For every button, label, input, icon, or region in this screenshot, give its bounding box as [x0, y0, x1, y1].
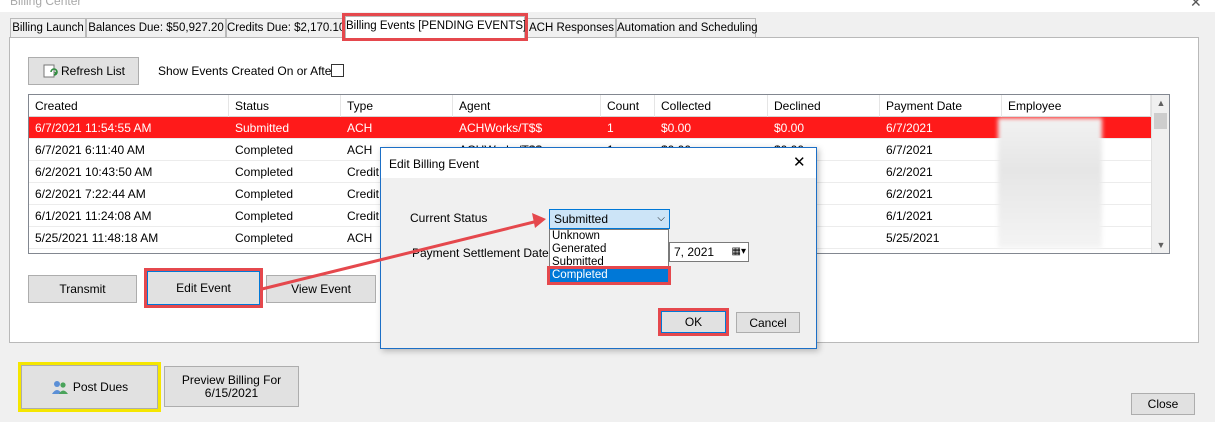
- cell-type: ACH: [347, 121, 373, 135]
- cell-status: Completed: [235, 143, 294, 157]
- col-count[interactable]: Count: [601, 95, 655, 117]
- col-type[interactable]: Type: [341, 95, 453, 117]
- view-event-button[interactable]: View Event: [266, 275, 376, 303]
- current-status-select[interactable]: Submitted ⌵: [549, 209, 670, 229]
- current-status-value: Submitted: [554, 212, 609, 226]
- cell-agent: ACHWorks/T$$: [459, 121, 543, 135]
- calendar-icon[interactable]: ▦▾: [732, 243, 746, 261]
- edit-billing-event-dialog: Edit Billing Event ✕ Current Status Subm…: [380, 147, 817, 349]
- table-row[interactable]: 6/7/2021 11:54:55 AM Submitted ACH ACHWo…: [29, 117, 1151, 139]
- redacted-employee-column: [998, 118, 1102, 248]
- users-icon: [51, 381, 68, 394]
- col-declined[interactable]: Declined: [768, 95, 880, 117]
- cell-payment-date: 5/25/2021: [886, 231, 940, 245]
- status-option[interactable]: Generated: [550, 243, 668, 256]
- dialog-title: Edit Billing Event: [389, 157, 480, 171]
- grid-vertical-scrollbar[interactable]: ▲ ▼: [1151, 95, 1169, 253]
- cell-created: 6/2/2021 10:43:50 AM: [35, 165, 153, 179]
- transmit-button[interactable]: Transmit: [28, 275, 137, 303]
- cell-status: Submitted: [235, 121, 290, 135]
- show-events-checkbox[interactable]: [331, 64, 344, 77]
- scroll-thumb[interactable]: [1154, 113, 1167, 129]
- cell-collected: $0.00: [661, 121, 692, 135]
- cell-status: Completed: [235, 165, 294, 179]
- tab-automation-scheduling[interactable]: Automation and Scheduling: [616, 18, 758, 38]
- cell-created: 5/25/2021 11:48:18 AM: [35, 231, 159, 245]
- col-employee[interactable]: Employee: [1002, 95, 1151, 117]
- chevron-down-icon: ⌵: [657, 213, 665, 224]
- refresh-list-label: Refresh List: [60, 64, 126, 78]
- cell-declined: $0.00: [774, 121, 805, 135]
- dialog-close-icon[interactable]: ✕: [793, 153, 806, 171]
- scroll-down-icon[interactable]: ▼: [1152, 237, 1169, 253]
- cancel-button[interactable]: Cancel: [736, 312, 800, 333]
- cell-payment-date: 6/7/2021: [886, 121, 933, 135]
- post-dues-button[interactable]: Post Dues: [18, 362, 161, 412]
- cell-status: Completed: [235, 187, 294, 201]
- cell-status: Completed: [235, 231, 294, 245]
- status-option-completed[interactable]: Completed: [547, 266, 671, 285]
- cell-payment-date: 6/7/2021: [886, 143, 933, 157]
- cell-created: 6/1/2021 11:24:08 AM: [35, 209, 152, 223]
- settlement-date-label: Payment Settlement Date: [412, 246, 549, 260]
- preview-billing-date: 6/15/2021: [204, 385, 259, 400]
- col-agent[interactable]: Agent: [453, 95, 601, 117]
- settlement-date-picker[interactable]: 7, 2021 ▦▾: [669, 242, 749, 262]
- preview-billing-button[interactable]: Preview Billing For 6/15/2021: [164, 366, 299, 407]
- dialog-titlebar: Edit Billing Event ✕: [381, 148, 816, 178]
- preview-billing-line1: Preview Billing For: [181, 372, 282, 387]
- cell-payment-date: 6/2/2021: [886, 165, 933, 179]
- close-button[interactable]: Close: [1131, 393, 1195, 415]
- tab-balances-due[interactable]: Balances Due: $50,927.20: [86, 18, 226, 38]
- refresh-list-button[interactable]: Refresh List: [28, 57, 139, 85]
- tab-credits-due[interactable]: Credits Due: $2,170.10: [226, 18, 345, 38]
- cell-created: 6/2/2021 7:22:44 AM: [35, 187, 146, 201]
- col-collected[interactable]: Collected: [655, 95, 768, 117]
- edit-event-button[interactable]: Edit Event: [144, 268, 263, 308]
- cell-count: 1: [607, 121, 614, 135]
- window-close-icon[interactable]: ✕: [1190, 0, 1202, 11]
- current-status-label: Current Status: [410, 211, 488, 225]
- cell-created: 6/7/2021 11:54:55 AM: [35, 121, 152, 135]
- cell-status: Completed: [235, 209, 294, 223]
- cell-created: 6/7/2021 6:11:40 AM: [35, 143, 145, 157]
- col-status[interactable]: Status: [229, 95, 341, 117]
- show-events-label: Show Events Created On or After: [158, 64, 336, 78]
- tab-billing-launch[interactable]: Billing Launch: [10, 18, 86, 38]
- status-option[interactable]: Unknown: [550, 230, 668, 243]
- col-payment-date[interactable]: Payment Date: [880, 95, 1002, 117]
- cell-payment-date: 6/1/2021: [886, 209, 933, 223]
- settlement-date-value: 7, 2021: [674, 245, 715, 259]
- tab-billing-events[interactable]: Billing Events [PENDING EVENTS]: [342, 13, 528, 41]
- window-title: Billing Center: [10, 0, 82, 8]
- grid-header: Created Status Type Agent Count Collecte…: [29, 95, 1151, 117]
- status-option[interactable]: Submitted: [550, 256, 668, 269]
- scroll-up-icon[interactable]: ▲: [1152, 95, 1169, 111]
- status-dropdown-list: Unknown Generated Submitted Completed: [547, 229, 671, 285]
- cell-payment-date: 6/2/2021: [886, 187, 933, 201]
- ok-button[interactable]: OK: [658, 308, 729, 336]
- refresh-icon: [43, 64, 58, 78]
- tab-ach-responses[interactable]: ACH Responses: [527, 18, 616, 38]
- window-titlebar: Billing Center ✕: [0, 0, 1215, 12]
- post-dues-label: Post Dues: [72, 380, 129, 394]
- col-created[interactable]: Created: [29, 95, 229, 117]
